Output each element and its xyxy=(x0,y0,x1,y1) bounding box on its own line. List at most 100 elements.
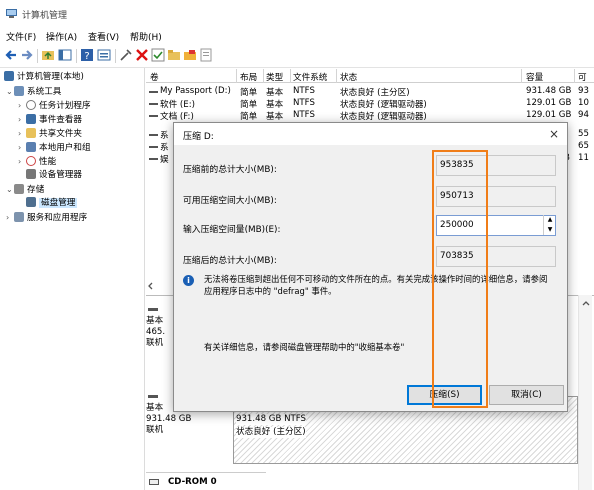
chevron-right-icon[interactable]: › xyxy=(18,127,26,140)
volume-icon xyxy=(149,103,158,105)
help-message: 有关详细信息，请参阅磁盘管理帮助中的"收缩基本卷" xyxy=(204,342,405,352)
toolbar-separator xyxy=(115,49,116,63)
toolbar: ? xyxy=(0,44,594,68)
volume-icon xyxy=(149,91,158,93)
toolbar-separator xyxy=(37,49,38,63)
disk-0-label[interactable]: 基本 465. 联机 xyxy=(146,304,176,384)
delete-icon[interactable] xyxy=(135,48,149,62)
window-title: 计算机管理 xyxy=(22,11,68,21)
shrink-amount-label: 输入压缩空间量(MB)(E): xyxy=(183,225,281,235)
tree-item-local-users-groups[interactable]: › 本地用户和组 xyxy=(18,141,91,154)
console-tree-icon[interactable] xyxy=(58,48,72,62)
shrink-dialog: 压缩 D: × 压缩前的总计大小(MB): 953835 可用压缩空间大小(MB… xyxy=(173,122,568,412)
tree-item-computer-management[interactable]: 计算机管理(本地) xyxy=(4,71,84,84)
column-header-status[interactable]: 状态 xyxy=(340,71,357,83)
disk-area-scrollbar[interactable] xyxy=(578,295,592,490)
menu-action[interactable]: 操作(A) xyxy=(46,30,77,43)
chevron-right-icon[interactable]: › xyxy=(18,113,26,126)
clock-icon xyxy=(26,100,36,110)
column-header-type[interactable]: 类型 xyxy=(266,71,283,83)
svg-text:?: ? xyxy=(84,51,89,62)
cancel-button[interactable]: 取消(C) xyxy=(489,385,564,405)
performance-icon xyxy=(26,156,36,166)
tree-item-storage[interactable]: ⌄ 存储 xyxy=(6,183,44,196)
column-separator[interactable] xyxy=(574,69,575,83)
highlight-box xyxy=(432,150,488,408)
chevron-right-icon[interactable]: › xyxy=(18,155,26,168)
menu-view[interactable]: 查看(V) xyxy=(88,30,119,43)
close-icon[interactable]: × xyxy=(546,126,562,142)
cdrom-icon xyxy=(149,479,159,485)
column-separator[interactable] xyxy=(521,69,522,83)
window-titlebar: 计算机管理 xyxy=(0,0,594,26)
column-header-free[interactable]: 可 xyxy=(578,71,587,83)
shared-folder-icon xyxy=(26,128,36,138)
dialog-titlebar[interactable]: 压缩 D: × xyxy=(174,123,567,145)
chevron-up-icon[interactable] xyxy=(581,299,591,307)
total-after-label: 压缩后的总计大小(MB): xyxy=(183,256,277,266)
volume-icon xyxy=(149,158,158,160)
tree-item-disk-management[interactable]: 磁盘管理 xyxy=(26,197,78,210)
forward-arrow-icon[interactable] xyxy=(20,48,34,62)
stepper-down-icon[interactable]: ▼ xyxy=(544,225,556,235)
tree-item-device-manager[interactable]: 设备管理器 xyxy=(26,169,82,182)
column-separator[interactable] xyxy=(263,69,264,83)
tree-item-shared-folders[interactable]: › 共享文件夹 xyxy=(18,127,82,140)
menu-file[interactable]: 文件(F) xyxy=(6,30,36,43)
services-icon xyxy=(14,212,24,222)
dialog-title: 压缩 D: xyxy=(183,132,214,142)
table-row[interactable]: 文档 (F:) 简单 基本 NTFS 状态良好 (逻辑驱动器) 129.01 G… xyxy=(146,110,594,122)
available-space-label: 可用压缩空间大小(MB): xyxy=(183,196,277,206)
info-message: 无法将卷压缩到超出任何不可移动的文件所在的点。有关完成该操作时间的详细信息，请参… xyxy=(204,274,548,296)
disk-icon xyxy=(148,395,158,398)
column-header-layout[interactable]: 布局 xyxy=(240,71,257,83)
tree-item-task-scheduler[interactable]: › 任务计划程序 xyxy=(18,99,91,112)
chevron-down-icon[interactable]: ⌄ xyxy=(6,85,14,98)
column-header-filesystem[interactable]: 文件系统 xyxy=(293,71,327,83)
column-separator[interactable] xyxy=(236,69,237,83)
stepper-up-icon[interactable]: ▲ xyxy=(544,215,556,225)
tree-item-event-viewer[interactable]: › 事件查看器 xyxy=(18,113,82,126)
disk-icon xyxy=(148,308,158,311)
navigation-tree: 计算机管理(本地) ⌄ 系统工具 › 任务计划程序 › 事件查看器 › 共享文件夹 › 本… xyxy=(0,68,145,490)
info-icon: i xyxy=(183,275,194,286)
chevron-left-icon xyxy=(148,282,153,290)
column-header-volume[interactable]: 卷 xyxy=(150,71,159,83)
chevron-right-icon[interactable]: › xyxy=(18,141,26,154)
menu-help[interactable]: 帮助(H) xyxy=(130,30,162,43)
volume-icon xyxy=(149,115,158,117)
help-icon[interactable]: ? xyxy=(80,48,94,62)
column-header-capacity[interactable]: 容量 xyxy=(526,71,543,83)
scroll-left-button[interactable] xyxy=(146,281,160,293)
volume-icon xyxy=(149,134,158,136)
back-arrow-icon[interactable] xyxy=(4,48,18,62)
table-row[interactable]: 软件 (E:) 简单 基本 NTFS 状态良好 (逻辑驱动器) 129.01 G… xyxy=(146,98,594,110)
connect-icon[interactable] xyxy=(119,48,133,62)
tree-item-performance[interactable]: › 性能 xyxy=(18,155,56,168)
computer-management-icon xyxy=(6,9,17,18)
column-separator[interactable] xyxy=(336,69,337,83)
chevron-right-icon[interactable]: › xyxy=(6,211,14,224)
storage-icon xyxy=(14,184,24,194)
folder-icon[interactable] xyxy=(167,48,181,62)
menu-bar: 文件(F) 操作(A) 查看(V) 帮助(H) xyxy=(0,26,594,44)
chevron-down-icon[interactable]: ⌄ xyxy=(6,183,14,196)
chevron-right-icon[interactable]: › xyxy=(18,99,26,112)
properties-icon[interactable] xyxy=(97,48,111,62)
users-icon xyxy=(26,142,36,152)
tools-icon xyxy=(14,86,24,96)
tree-item-system-tools[interactable]: ⌄ 系统工具 xyxy=(6,85,61,98)
volume-list-header: 卷 布局 类型 文件系统 状态 容量 可 xyxy=(146,69,594,83)
toolbar-separator xyxy=(76,49,77,63)
column-separator[interactable] xyxy=(290,69,291,83)
shrink-amount-stepper[interactable]: ▲ ▼ xyxy=(543,215,555,235)
cdrom-row[interactable]: CD-ROM 0 xyxy=(146,472,266,490)
open-folder-icon[interactable] xyxy=(183,48,197,62)
properties-page-icon[interactable] xyxy=(199,48,213,62)
disk-management-icon xyxy=(26,197,36,207)
total-before-label: 压缩前的总计大小(MB): xyxy=(183,165,277,175)
tree-item-services-apps[interactable]: › 服务和应用程序 xyxy=(6,211,87,224)
table-row[interactable]: My Passport (D:) 简单 基本 NTFS 状态良好 (主分区) 9… xyxy=(146,86,594,98)
check-icon[interactable] xyxy=(151,48,165,62)
folder-up-icon[interactable] xyxy=(41,48,55,62)
